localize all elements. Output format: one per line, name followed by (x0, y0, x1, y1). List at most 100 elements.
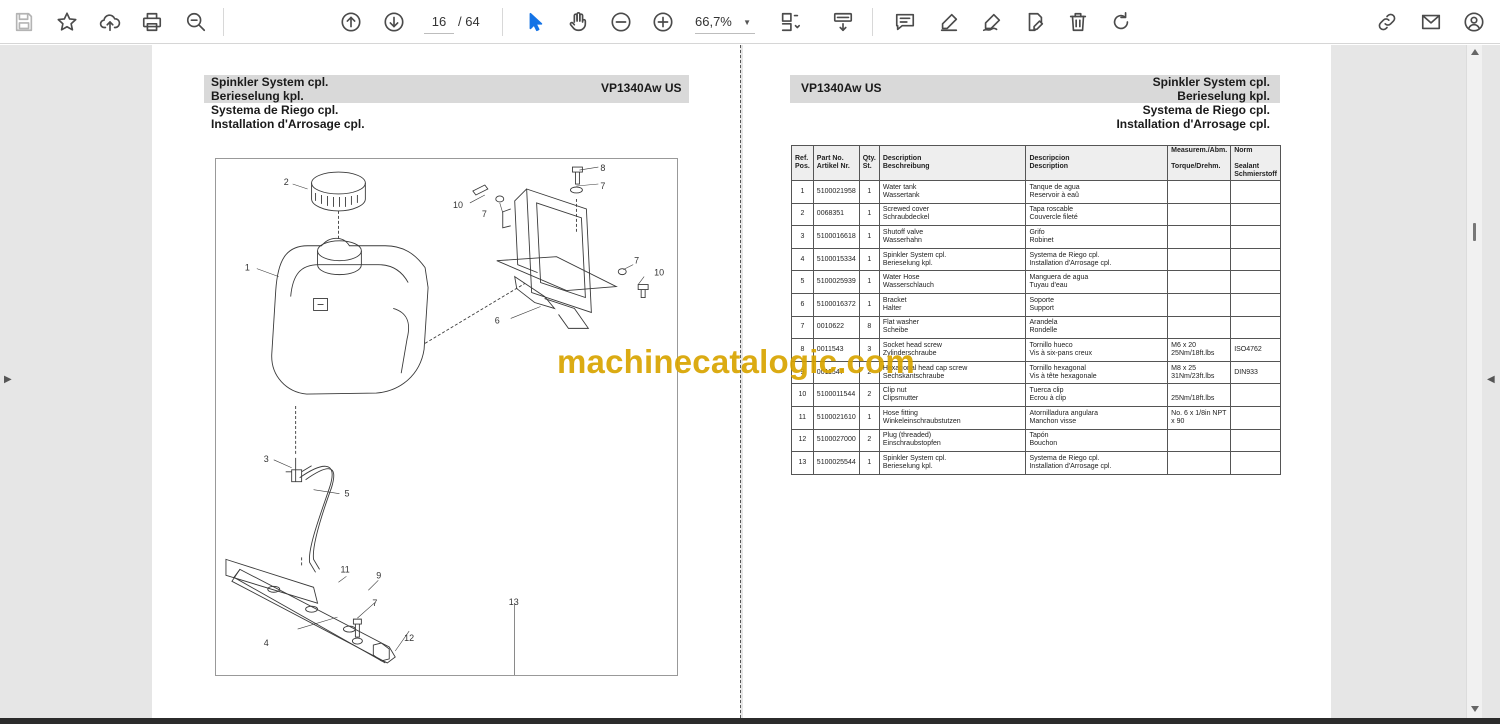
cell-description-text: Scheibe (882, 327, 909, 335)
cell-qty-text: 1 (867, 232, 872, 240)
save-icon[interactable] (10, 8, 38, 36)
cell-ref: 3 (791, 225, 814, 249)
water-tank-drawing (271, 237, 429, 395)
cell-description-text: Bracket (882, 296, 907, 304)
cell-description: Hose fitting Winkeleinschraubstutzen (878, 405, 1027, 430)
cell-qty: 1 (858, 292, 880, 317)
cell-descripcion-text: Couvercle fileté (1029, 214, 1078, 222)
scrolling-mode-icon[interactable] (829, 8, 857, 36)
cell-part-no: 5100015334 (812, 247, 860, 272)
delete-trash-icon[interactable] (1064, 8, 1092, 36)
left-panel-toggle-icon[interactable]: ▶ (4, 374, 12, 385)
cell-part-no: 5100016618 (812, 225, 860, 249)
cell-description: Shutoff valve Wasserhahn (878, 225, 1027, 249)
cell-part-no-text: 5100025544 (816, 458, 856, 466)
cell-description-text: Screwed cover (882, 206, 930, 214)
header-measurement: Measurem./Abm. Torque/Drehm. (1167, 145, 1232, 181)
zoom-level-dropdown[interactable]: 66,7% ▼ (695, 10, 755, 34)
cell-description: Flat washer Scheibe (878, 315, 1027, 340)
cell-descripcion-text: Reservoir à eaû (1029, 191, 1079, 199)
cell-measurement-text: 25Nm/18ft.lbs (1171, 395, 1215, 403)
page-number-input[interactable] (424, 10, 454, 34)
cell-part-no-text: 5100025939 (816, 278, 856, 286)
fill-and-sign-icon[interactable] (1021, 8, 1049, 36)
title-line-en: Spinkler System cpl. (211, 75, 329, 89)
cell-norm (1230, 428, 1281, 453)
cell-descripcion-text: Tapón (1029, 432, 1049, 440)
table-row: 2 0068351 1 Screwed cover Schraubdeckel Tapa … (791, 202, 1281, 227)
cell-description-text: Spinkler System cpl. (882, 251, 947, 259)
cell-descripcion-text: Bouchon (1029, 440, 1058, 448)
cell-measurement (1167, 225, 1232, 249)
cell-qty: 1 (858, 247, 880, 272)
fit-page-icon[interactable] (776, 8, 804, 36)
cell-description-text: Plug (threaded) (882, 432, 932, 440)
cell-ref: 1 (791, 180, 814, 204)
cell-measurement (1167, 292, 1232, 317)
cell-norm-text: ISO4762 (1234, 345, 1262, 353)
cell-qty-text: 8 (867, 323, 872, 331)
zoom-in-icon[interactable] (649, 8, 677, 36)
comment-icon[interactable] (891, 8, 919, 36)
cell-measurement: No. 6 x 1/8in NPT x 90 (1167, 405, 1232, 430)
cell-descripcion-text: Installation d'Arrosage cpl. (1029, 259, 1112, 267)
cell-part-no-text: 0068351 (816, 210, 845, 218)
cell-description-text: Flat washer (882, 319, 920, 327)
cell-qty: 1 (858, 405, 880, 430)
cell-measurement: M6 x 20 25Nm/18ft.lbs (1167, 338, 1232, 362)
callout-6: 6 (495, 315, 500, 325)
table-row: 5 5100025939 1 Water Hose Wasserschlauch Mang… (791, 270, 1281, 294)
cloud-upload-icon[interactable] (96, 8, 124, 36)
cell-description-text: Hose fitting (882, 409, 918, 417)
cell-descripcion-text: Manguera de agua (1029, 274, 1089, 282)
next-page-icon[interactable] (380, 8, 408, 36)
email-icon[interactable] (1417, 8, 1445, 36)
document-page-left: Spinkler System cpl. Berieselung kpl. Sy… (152, 45, 740, 718)
rotate-icon[interactable] (1107, 8, 1135, 36)
select-cursor-icon[interactable] (521, 8, 549, 36)
callout-10: 10 (453, 200, 463, 210)
callout-5: 5 (344, 489, 349, 499)
cell-qty: 1 (858, 225, 880, 249)
cell-measurement (1167, 247, 1232, 272)
scrollbar-thumb[interactable] (1473, 223, 1476, 241)
cell-part-no-text: 5100016372 (816, 300, 856, 308)
cell-qty-text: 1 (867, 187, 872, 195)
print-icon[interactable] (138, 8, 166, 36)
cell-description-text: Wassertank (882, 191, 920, 199)
title-line-en: Spinkler System cpl. (1152, 75, 1270, 89)
cell-description: Clip nut Clipsmutter (878, 383, 1027, 407)
screwed-cover-drawing (311, 171, 366, 212)
zoom-out-icon[interactable] (607, 8, 635, 36)
toolbar-separator (872, 8, 873, 36)
page-spread-divider (740, 45, 741, 718)
cell-ref-text: 10 (798, 391, 807, 399)
zoom-search-icon[interactable] (182, 8, 210, 36)
cell-descripcion-text: Arandela (1029, 319, 1058, 327)
cell-measurement (1167, 202, 1232, 227)
cell-descripcion: Grifo Robinet (1025, 225, 1169, 249)
draw-freehand-icon[interactable] (978, 8, 1006, 36)
cell-description-text: Wasserhahn (882, 236, 922, 244)
account-icon[interactable] (1460, 8, 1488, 36)
right-panel-toggle-icon[interactable]: ◀ (1487, 374, 1495, 385)
cell-descripcion: Atornilladura angulara Manchon visse (1025, 405, 1169, 430)
hand-tool-icon[interactable] (564, 8, 592, 36)
title-line-fr: Installation d'Arrosage cpl. (1116, 117, 1270, 131)
bookmark-star-icon[interactable] (53, 8, 81, 36)
callout-7: 7 (482, 209, 487, 219)
callout-7: 7 (372, 598, 377, 608)
vertical-scrollbar[interactable] (1466, 45, 1482, 718)
chevron-down-icon: ▼ (743, 18, 751, 27)
scroll-up-icon[interactable] (1471, 49, 1479, 55)
callout-7: 7 (600, 181, 605, 191)
highlight-pen-icon[interactable] (935, 8, 963, 36)
share-link-icon[interactable] (1373, 8, 1401, 36)
scroll-down-icon[interactable] (1471, 706, 1479, 712)
cell-descripcion: Tapón Bouchon (1025, 428, 1169, 453)
previous-page-icon[interactable] (337, 8, 365, 36)
cell-qty: 1 (858, 451, 880, 475)
cell-measurement-text: 31Nm/23ft.lbs (1171, 372, 1215, 380)
callout-11: 11 (340, 564, 349, 574)
cell-measurement-text: M8 x 25 (1171, 364, 1197, 372)
